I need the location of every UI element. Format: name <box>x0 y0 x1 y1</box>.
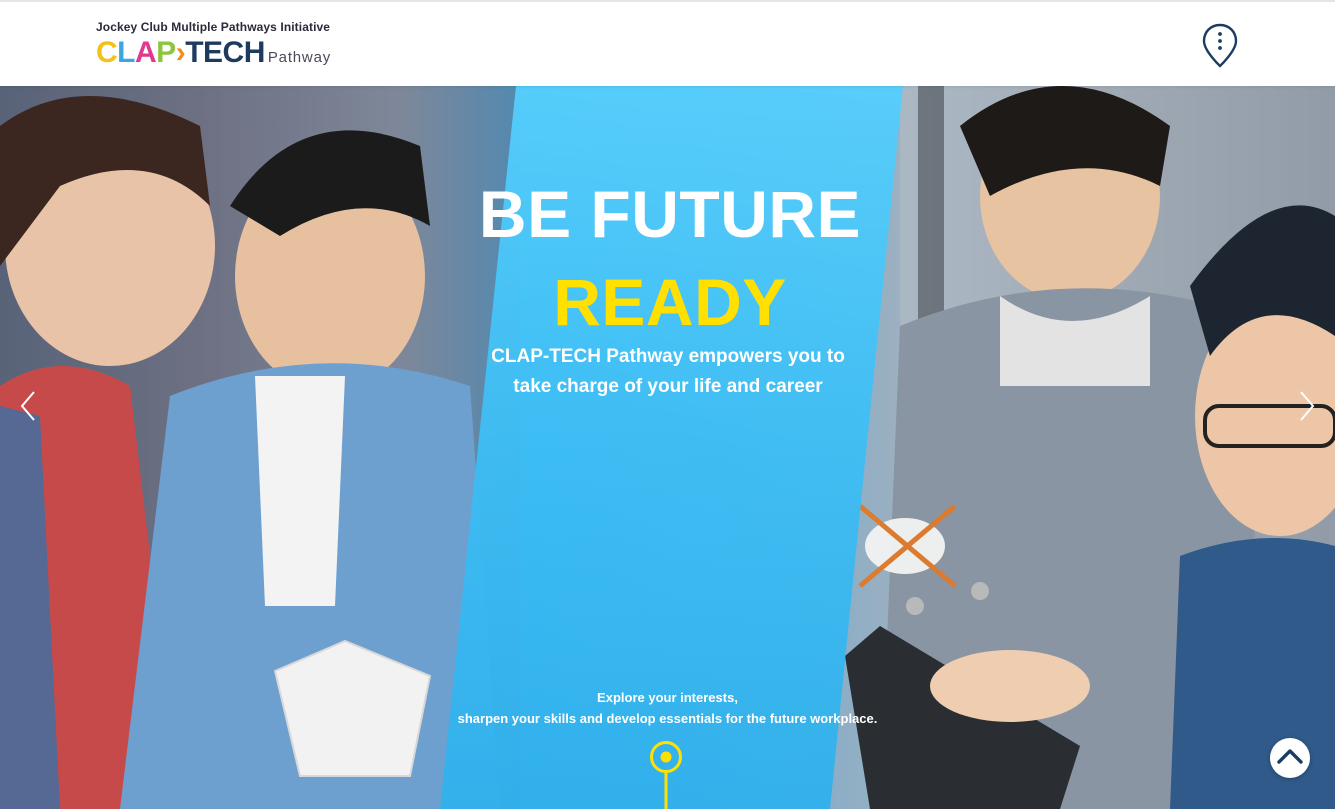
logo-letter: L <box>117 36 135 69</box>
logo-wordmark: CLAP›TECH Pathway <box>96 36 332 69</box>
logo-tagline: Jockey Club Multiple Pathways Initiative <box>96 20 331 34</box>
logo-letters: CLAP›TECH <box>96 36 266 69</box>
map-pin-dots-icon[interactable] <box>1200 22 1240 70</box>
logo-letter: T <box>185 36 204 69</box>
logo-letter: A <box>135 36 157 69</box>
hero-explore-line1: Explore your interests, <box>597 690 738 705</box>
logo-sub: Pathway <box>267 49 332 66</box>
logo-letter: E <box>203 36 223 69</box>
hero-subtitle-line2: take charge of your life and career <box>513 376 823 397</box>
logo-letter: H <box>243 36 266 69</box>
scroll-indicator-icon[interactable] <box>648 740 684 809</box>
hero-title-highlight: READY <box>553 265 787 339</box>
logo-letter: C <box>222 36 245 69</box>
back-to-top-button[interactable] <box>1270 738 1310 778</box>
chevron-up-icon <box>1277 749 1303 764</box>
logo-letter: › <box>175 36 186 69</box>
site-logo[interactable]: Jockey Club Multiple Pathways Initiative… <box>96 20 332 69</box>
logo-letter: C <box>96 36 118 69</box>
hero-explore-line2: sharpen your skills and develop essentia… <box>457 711 878 726</box>
hero-subtitle-line1: CLAP-TECH Pathway empowers you to <box>491 346 845 367</box>
logo-letter: P <box>156 36 176 69</box>
chevron-left-icon[interactable] <box>14 386 44 426</box>
chevron-right-icon[interactable] <box>1291 386 1321 426</box>
hero-explore-text: Explore your interests, sharpen your ski… <box>430 687 905 729</box>
hero-title: BE FUTURE <box>478 177 862 251</box>
hero-carousel: BE FUTURE READY CLAP-TECH Pathway empowe… <box>0 86 1335 809</box>
hero-subtitle: CLAP-TECH Pathway empowers you to take c… <box>458 342 878 402</box>
site-header: Jockey Club Multiple Pathways Initiative… <box>0 0 1335 86</box>
